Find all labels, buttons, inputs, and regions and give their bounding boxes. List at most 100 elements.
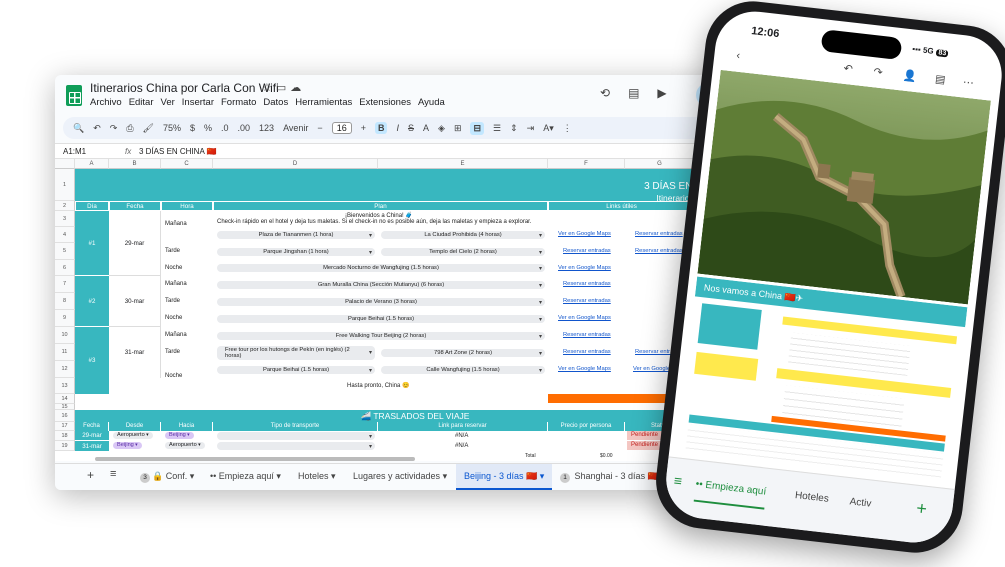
transport-select[interactable] (217, 432, 375, 440)
text-wrap-icon[interactable]: ⇥ (527, 123, 535, 134)
add-sheet-icon[interactable]: + (915, 498, 928, 520)
row-header[interactable]: 1 (55, 169, 75, 201)
plan-dropdown[interactable]: Gran Muralla China (Sección Mutianyu) (6… (217, 281, 545, 289)
row-header[interactable]: 9 (55, 310, 75, 327)
plan-dropdown[interactable]: Palacio de Verano (3 horas) (217, 298, 545, 306)
plan-dropdown[interactable]: Calle Wangfujing (1.5 horas) (381, 366, 545, 374)
italic-icon[interactable]: I (396, 123, 399, 133)
column-header[interactable]: E (378, 159, 548, 169)
tab-beijing[interactable]: Beijing - 3 días 🇨🇳 ▾ (456, 464, 553, 490)
plan-dropdown[interactable]: La Ciudad Prohibida (4 horas) (381, 231, 545, 239)
font-size-minus[interactable]: − (317, 123, 322, 133)
decrease-decimals-button[interactable]: .0 (221, 123, 229, 133)
row-header[interactable]: 10 (55, 327, 75, 344)
tab-lugares[interactable]: Lugares y actividades ▾ (353, 471, 447, 482)
history-icon[interactable]: ⟲ (600, 86, 610, 100)
row-header[interactable]: 2 (55, 201, 75, 211)
font-select[interactable]: Avenir (283, 123, 308, 133)
align-vertical-icon[interactable]: ⇕ (510, 123, 518, 134)
phone-tab-activ[interactable]: Activ (849, 496, 872, 509)
menu-editar[interactable]: Editar (129, 97, 154, 108)
menu-formato[interactable]: Formato (221, 97, 256, 108)
percent-button[interactable]: % (204, 123, 212, 133)
row-header[interactable]: 8 (55, 293, 75, 310)
book-link[interactable]: Reservar entradas (563, 281, 611, 287)
phone-tab-empieza[interactable]: •• Empieza aquí (693, 478, 767, 510)
document-title[interactable]: Itinerarios China por Carla Con Wifi (90, 81, 279, 95)
plan-dropdown[interactable]: Plaza de Tiananmen (1 hora) (217, 231, 375, 239)
row-header[interactable]: 11 (55, 344, 75, 361)
back-icon[interactable]: ‹ (736, 50, 741, 62)
select-all-corner[interactable] (55, 159, 75, 169)
row-header[interactable]: 5 (55, 243, 75, 260)
plan-dropdown[interactable]: Templo del Cielo (2 horas) (381, 248, 545, 256)
plan-dropdown[interactable]: 798 Art Zone (2 horas) (381, 349, 545, 357)
plan-dropdown[interactable]: Parque Jingshan (1 hora) (217, 248, 375, 256)
add-sheet-icon[interactable]: + (87, 468, 94, 482)
comment-icon[interactable]: ▤ (934, 72, 946, 86)
column-header[interactable]: B (109, 159, 161, 169)
plan-dropdown[interactable]: Free Walking Tour Beijing (2 horas) (217, 332, 545, 340)
menu-archivo[interactable]: Archivo (90, 97, 122, 108)
column-header[interactable]: D (213, 159, 378, 169)
row-header[interactable]: 14 (55, 394, 75, 404)
plan-dropdown[interactable]: Free tour por los hutongs de Pekín (en i… (217, 346, 375, 360)
undo-icon[interactable]: ↶ (843, 62, 854, 76)
strikethrough-icon[interactable]: S (408, 123, 414, 133)
borders-icon[interactable]: ⊞ (454, 123, 462, 134)
bold-icon[interactable]: B (374, 122, 388, 134)
column-header[interactable]: G (625, 159, 695, 169)
tab-empieza[interactable]: •• Empieza aquí ▾ (210, 471, 281, 482)
add-person-icon[interactable]: 👤 (903, 69, 918, 83)
plan-dropdown[interactable]: Mercado Nocturno de Wangfujing (1.5 hora… (217, 264, 545, 272)
currency-button[interactable]: $ (190, 123, 195, 133)
menu-ayuda[interactable]: Ayuda (418, 97, 445, 108)
book-link[interactable]: Reservar entradas (563, 349, 611, 355)
increase-decimals-button[interactable]: .00 (238, 123, 251, 133)
book-link[interactable]: Reservar entradas (563, 298, 611, 304)
column-header[interactable]: F (548, 159, 625, 169)
more-icon[interactable]: ⋮ (563, 123, 572, 134)
maps-link[interactable]: Ver en Google Maps (558, 366, 611, 372)
redo-icon[interactable]: ↷ (873, 65, 884, 79)
book-link[interactable]: Reservar entradas (563, 248, 611, 254)
column-header[interactable]: A (75, 159, 109, 169)
menu-ver[interactable]: Ver (161, 97, 175, 108)
fill-color-icon[interactable]: ◈ (438, 123, 445, 134)
name-box[interactable]: A1:M1 (63, 147, 86, 156)
tab-hoteles[interactable]: Hoteles ▾ (298, 471, 336, 482)
row-header[interactable]: 19 (55, 441, 75, 451)
paint-format-icon[interactable]: 🖌 (143, 123, 154, 134)
sheet-grid[interactable]: A B C D E F G 1 2 3 4 5 6 7 8 9 10 11 12… (55, 159, 755, 461)
meet-icon[interactable]: ▶ (657, 86, 666, 100)
row-header[interactable]: 3 (55, 211, 75, 227)
all-sheets-icon[interactable]: ≡ (110, 468, 116, 480)
transport-select[interactable] (217, 442, 375, 450)
sheets-list-icon[interactable]: ≡ (673, 472, 683, 489)
book-link[interactable]: Reservar entradas (563, 332, 611, 338)
row-header[interactable]: 7 (55, 276, 75, 293)
maps-link[interactable]: Ver en Google Maps (558, 265, 611, 271)
move-folder-icon[interactable]: ▭ (276, 82, 290, 94)
menu-herramientas[interactable]: Herramientas (295, 97, 352, 108)
row-header[interactable]: 13 (55, 378, 75, 394)
number-format-button[interactable]: 123 (259, 123, 274, 133)
text-rotate-icon[interactable]: A▾ (543, 123, 554, 134)
align-horizontal-icon[interactable]: ☰ (493, 123, 501, 134)
zoom-select[interactable]: 75% (163, 123, 181, 133)
menu-extensiones[interactable]: Extensiones (359, 97, 411, 108)
formula-input[interactable]: 3 DÍAS EN CHINA 🇨🇳 (139, 147, 217, 156)
comments-icon[interactable]: ▤ (628, 86, 639, 100)
plan-dropdown[interactable]: Parque Beihai (1.5 horas) (217, 315, 545, 323)
text-color-icon[interactable]: A (423, 123, 429, 133)
from-select[interactable]: Beijing (113, 442, 142, 449)
row-header[interactable]: 12 (55, 361, 75, 378)
search-icon[interactable]: 🔍 (73, 123, 84, 134)
plan-dropdown[interactable]: Parque Beihai (1.5 horas) (217, 366, 375, 374)
cloud-status-icon[interactable]: ☁ (290, 82, 305, 94)
font-size-plus[interactable]: + (361, 123, 366, 133)
star-icon[interactable]: ☆ (262, 82, 276, 94)
font-size-input[interactable]: 16 (331, 122, 352, 134)
book-link[interactable]: Reservar entradas (635, 231, 683, 237)
more-icon[interactable]: ⋯ (962, 75, 974, 89)
